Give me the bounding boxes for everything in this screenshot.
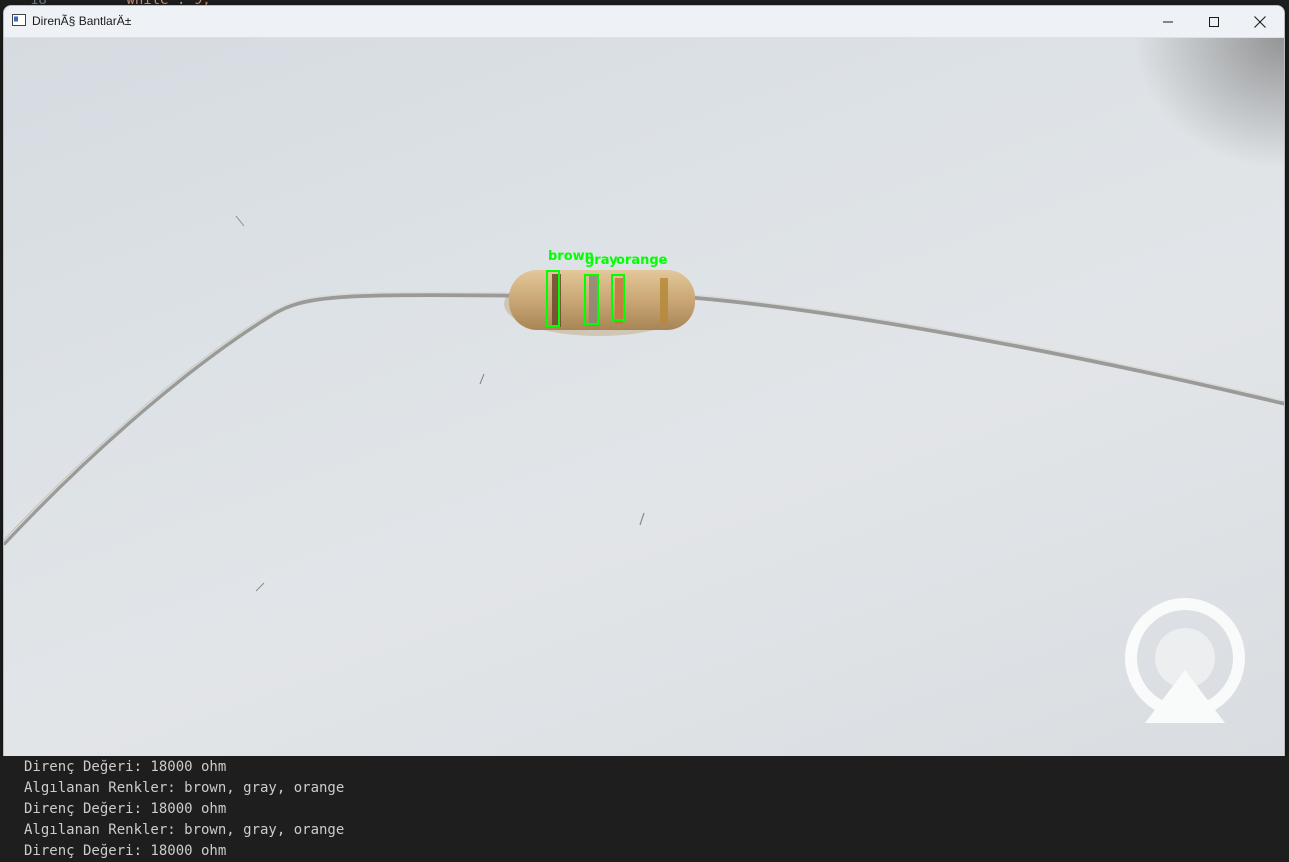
camera-frame: brown gray orange xyxy=(4,38,1284,756)
close-button[interactable] xyxy=(1237,6,1283,37)
console-line: Algılanan Renkler: brown, gray, orange xyxy=(24,780,345,796)
window-title: DirenÃ§ BantlarÄ± xyxy=(32,14,132,28)
console-line: Direnç Değeri: 18000 ohm xyxy=(24,759,227,775)
band-label-gray: gray xyxy=(585,253,618,268)
image-window[interactable]: DirenÃ§ BantlarÄ± brown gray orange xyxy=(3,5,1285,757)
minimize-icon xyxy=(1163,21,1173,22)
minimize-button[interactable] xyxy=(1145,6,1191,37)
close-icon xyxy=(1254,15,1266,28)
camera-overlay-icon xyxy=(1125,598,1245,723)
console-line: Direnç Değeri: 18000 ohm xyxy=(24,801,227,817)
app-window-icon xyxy=(12,14,26,26)
title-bar[interactable]: DirenÃ§ BantlarÄ± xyxy=(4,6,1284,38)
maximize-icon xyxy=(1209,16,1219,27)
detection-boxes xyxy=(546,270,625,327)
resistor-photo xyxy=(4,38,1284,723)
console-line: Direnç Değeri: 18000 ohm xyxy=(24,843,227,859)
terminal-output[interactable]: Direnç Değeri: 18000 ohm Algılanan Renkl… xyxy=(0,756,1289,862)
band-label-orange: orange xyxy=(616,253,668,268)
console-line: Algılanan Renkler: brown, gray, orange xyxy=(24,822,345,838)
maximize-button[interactable] xyxy=(1191,6,1237,37)
